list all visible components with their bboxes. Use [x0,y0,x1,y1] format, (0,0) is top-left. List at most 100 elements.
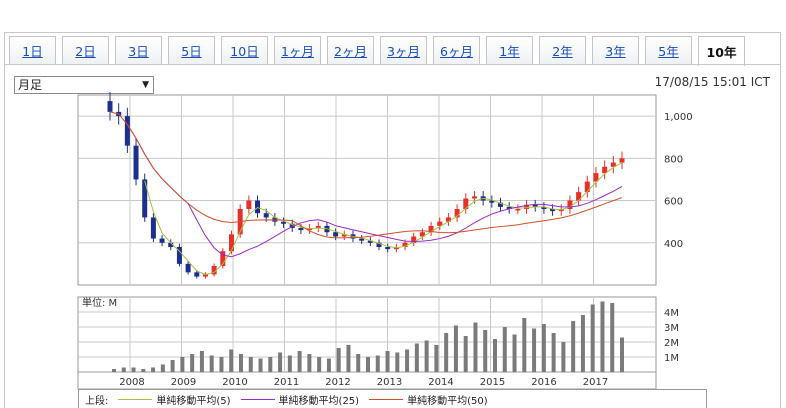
volume-bar [600,301,605,372]
volume-bar [356,354,361,372]
candle [619,158,625,163]
x-tick-label: 2010 [222,377,247,388]
x-tick-label: 2017 [583,377,608,388]
x-axis-frame [77,371,657,390]
volume-bar [131,367,136,372]
volume-bar [424,340,429,372]
x-tick-label: 2015 [480,377,505,388]
candle [194,272,200,277]
volume-bar [571,321,576,372]
volume-bar [395,352,400,372]
volume-bar [375,355,380,372]
volume-bar [610,303,615,372]
volume-bar [219,357,224,372]
candle [255,200,261,214]
candle [471,196,477,199]
volume-bar [268,357,273,372]
legend-label: 単純移動平均(25) [278,395,360,407]
legend: 上段: 単純移動平均(5) 単純移動平均(25) 単純移動平均(50) [78,389,707,408]
volume-unit-label: 単位: M [82,296,117,309]
volume-bar [532,328,537,372]
volume-bar [141,369,146,372]
volume-bar [307,354,312,372]
volume-bar [326,358,331,372]
volume-bar [493,339,497,372]
legend-swatch [369,398,404,400]
volume-bar [483,330,488,372]
volume-bar [248,357,253,372]
volume-bar [453,325,458,372]
x-tick-label: 2011 [274,377,299,388]
volume-bar [541,324,546,372]
volume-y-tick-label: 2M [664,338,679,349]
candle [263,213,269,218]
price-chart: 2008 2009 2010 2011 2012 2013 2014 2015 2016 2017… [77,92,693,390]
volume-bar [405,349,410,372]
legend-label: 単純移動平均(5) [156,395,231,407]
y-tick-label: 400 [664,239,683,250]
volume-bar [258,358,263,372]
x-tick-label: 2016 [531,377,556,388]
legend-prefix: 上段: [85,395,109,407]
candle [333,232,339,237]
volume-bar [180,357,185,372]
volume-bar [199,351,204,372]
candle [246,200,252,209]
candle [185,263,191,273]
candle [385,247,391,250]
volume-bar [463,336,468,372]
candle [159,238,165,243]
volume-bar [229,349,234,372]
volume-bar [112,369,116,372]
volume-bar [160,364,165,372]
volume-bar [366,357,370,372]
volume-bar [434,345,439,372]
volume-bar [444,333,449,372]
price-plot-frame [77,94,657,286]
volume-bar [590,304,595,372]
volume-bar [502,327,507,372]
volume-bar [414,343,419,372]
x-tick-label: 2013 [377,377,402,388]
volume-bar [297,351,302,372]
volume-bar [512,334,517,372]
legend-swatch [240,398,275,400]
y-tick-label: 600 [664,197,683,208]
candle [228,234,234,252]
candle [124,116,130,146]
volume-bar [170,360,175,372]
volume-y-tick-label: 4M [664,308,679,319]
volume-bar [190,354,195,372]
x-tick-label: 2008 [119,377,144,388]
legend-label: 単純移動平均(50) [407,395,488,407]
candle [298,228,304,231]
legend-item-ma25: 単純移動平均(25) [240,392,360,407]
candle [150,217,156,239]
volume-bar [385,351,390,372]
volume-bar [278,352,283,372]
volume-bar [473,322,478,372]
volume-bar [620,337,624,372]
candle [515,209,521,211]
legend-item-ma50: 単純移動平均(50) [369,392,488,407]
volume-bar [151,367,156,372]
volume-bar [336,348,341,372]
volume-bar [287,355,292,372]
volume-y-tick-label: 1M [664,353,679,364]
y-tick-label: 1,000 [664,112,693,123]
volume-bar [346,345,351,372]
volume-bar [522,318,527,372]
x-tick-label: 2014 [428,377,453,388]
y-tick-label: 800 [664,154,683,165]
candle [584,181,590,193]
volume-bar [239,354,243,372]
volume-bar [551,333,556,372]
x-tick-label: 2009 [171,377,196,388]
volume-bar [317,357,322,372]
legend-swatch [118,398,153,400]
legend-item-ma5: 単純移動平均(5) [118,392,231,407]
volume-bar [121,367,126,372]
volume-bar [580,315,585,372]
candle [133,145,139,180]
volume-bar [209,355,214,372]
